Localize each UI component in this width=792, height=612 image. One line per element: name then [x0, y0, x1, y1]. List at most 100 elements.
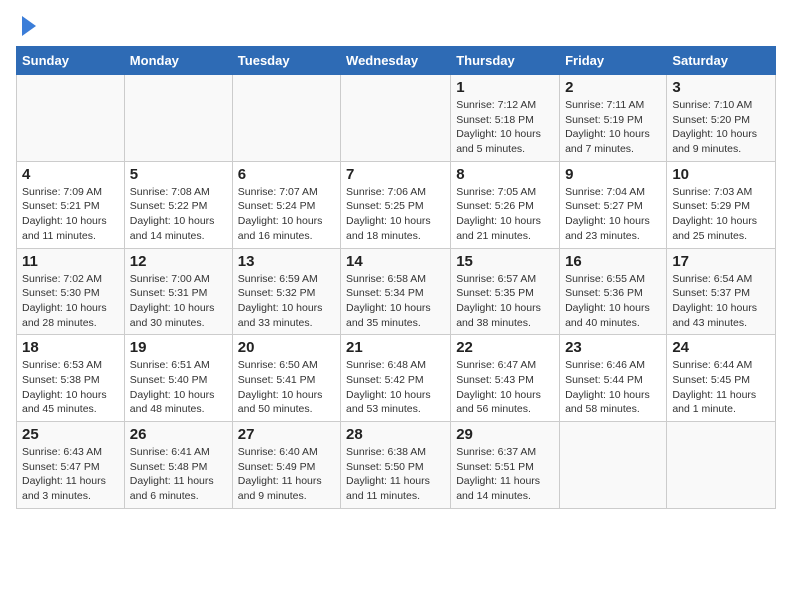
day-detail: Sunrise: 7:00 AM Sunset: 5:31 PM Dayligh…: [130, 272, 227, 331]
day-cell: 20 Sunrise: 6:50 AM Sunset: 5:41 PM Dayli…: [232, 335, 340, 422]
day-cell: [124, 75, 232, 162]
day-number: 29: [456, 426, 554, 443]
day-detail: Sunrise: 6:53 AM Sunset: 5:38 PM Dayligh…: [22, 358, 119, 417]
page-header: [16, 16, 776, 36]
day-detail: Sunrise: 6:58 AM Sunset: 5:34 PM Dayligh…: [346, 272, 445, 331]
day-detail: Sunrise: 7:02 AM Sunset: 5:30 PM Dayligh…: [22, 272, 119, 331]
day-detail: Sunrise: 6:59 AM Sunset: 5:32 PM Dayligh…: [238, 272, 335, 331]
day-cell: 9 Sunrise: 7:04 AM Sunset: 5:27 PM Daylig…: [560, 161, 667, 248]
day-detail: Sunrise: 7:12 AM Sunset: 5:18 PM Dayligh…: [456, 98, 554, 157]
day-number: 25: [22, 426, 119, 443]
day-cell: [17, 75, 125, 162]
col-header-tuesday: Tuesday: [232, 47, 340, 75]
logo-arrow-icon: [22, 16, 36, 36]
day-detail: Sunrise: 6:40 AM Sunset: 5:49 PM Dayligh…: [238, 445, 335, 504]
day-cell: 8Sunrise: 7:05 AM Sunset: 5:26 PM Daylig…: [451, 161, 560, 248]
col-header-thursday: Thursday: [451, 47, 560, 75]
day-detail: Sunrise: 6:48 AM Sunset: 5:42 PM Dayligh…: [346, 358, 445, 417]
day-cell: 25 Sunrise: 6:43 AM Sunset: 5:47 PM Dayli…: [17, 422, 125, 509]
week-row-1: 1 Sunrise: 7:12 AM Sunset: 5:18 PM Daylig…: [17, 75, 776, 162]
day-cell: 26 Sunrise: 6:41 AM Sunset: 5:48 PM Dayli…: [124, 422, 232, 509]
day-number: 14: [346, 253, 445, 270]
day-cell: 22 Sunrise: 6:47 AM Sunset: 5:43 PM Dayli…: [451, 335, 560, 422]
week-row-4: 18 Sunrise: 6:53 AM Sunset: 5:38 PM Dayli…: [17, 335, 776, 422]
col-header-saturday: Saturday: [667, 47, 776, 75]
col-header-wednesday: Wednesday: [341, 47, 451, 75]
day-number: 9: [565, 166, 661, 183]
day-cell: [667, 422, 776, 509]
day-cell: 6 Sunrise: 7:07 AM Sunset: 5:24 PM Daylig…: [232, 161, 340, 248]
day-number: 7: [346, 166, 445, 183]
day-number: 23: [565, 339, 661, 356]
day-cell: 2Sunrise: 7:11 AM Sunset: 5:19 PM Daylig…: [560, 75, 667, 162]
day-detail: Sunrise: 6:51 AM Sunset: 5:40 PM Dayligh…: [130, 358, 227, 417]
day-number: 27: [238, 426, 335, 443]
day-cell: 17 Sunrise: 6:54 AM Sunset: 5:37 PM Dayli…: [667, 248, 776, 335]
day-detail: Sunrise: 6:47 AM Sunset: 5:43 PM Dayligh…: [456, 358, 554, 417]
day-detail: Sunrise: 6:41 AM Sunset: 5:48 PM Dayligh…: [130, 445, 227, 504]
day-detail: Sunrise: 6:55 AM Sunset: 5:36 PM Dayligh…: [565, 272, 661, 331]
day-cell: 5 Sunrise: 7:08 AM Sunset: 5:22 PM Daylig…: [124, 161, 232, 248]
day-cell: 12 Sunrise: 7:00 AM Sunset: 5:31 PM Dayli…: [124, 248, 232, 335]
day-number: 1: [456, 79, 554, 96]
week-row-2: 4 Sunrise: 7:09 AM Sunset: 5:21 PM Daylig…: [17, 161, 776, 248]
day-detail: Sunrise: 6:57 AM Sunset: 5:35 PM Dayligh…: [456, 272, 554, 331]
day-detail: Sunrise: 6:54 AM Sunset: 5:37 PM Dayligh…: [672, 272, 770, 331]
day-cell: 21 Sunrise: 6:48 AM Sunset: 5:42 PM Dayli…: [341, 335, 451, 422]
day-cell: [232, 75, 340, 162]
logo: [16, 16, 36, 36]
day-number: 19: [130, 339, 227, 356]
day-detail: Sunrise: 6:50 AM Sunset: 5:41 PM Dayligh…: [238, 358, 335, 417]
day-cell: 1 Sunrise: 7:12 AM Sunset: 5:18 PM Daylig…: [451, 75, 560, 162]
day-number: 12: [130, 253, 227, 270]
day-detail: Sunrise: 7:07 AM Sunset: 5:24 PM Dayligh…: [238, 185, 335, 244]
day-number: 22: [456, 339, 554, 356]
day-number: 3: [672, 79, 770, 96]
day-cell: 15 Sunrise: 6:57 AM Sunset: 5:35 PM Dayli…: [451, 248, 560, 335]
day-number: 28: [346, 426, 445, 443]
day-cell: 28Sunrise: 6:38 AM Sunset: 5:50 PM Dayli…: [341, 422, 451, 509]
day-cell: 19 Sunrise: 6:51 AM Sunset: 5:40 PM Dayli…: [124, 335, 232, 422]
day-number: 11: [22, 253, 119, 270]
day-cell: [341, 75, 451, 162]
day-detail: Sunrise: 6:46 AM Sunset: 5:44 PM Dayligh…: [565, 358, 661, 417]
day-number: 10: [672, 166, 770, 183]
day-number: 21: [346, 339, 445, 356]
day-number: 20: [238, 339, 335, 356]
day-cell: 14 Sunrise: 6:58 AM Sunset: 5:34 PM Dayli…: [341, 248, 451, 335]
day-detail: Sunrise: 7:03 AM Sunset: 5:29 PM Dayligh…: [672, 185, 770, 244]
day-number: 5: [130, 166, 227, 183]
day-number: 16: [565, 253, 661, 270]
day-number: 13: [238, 253, 335, 270]
col-header-sunday: Sunday: [17, 47, 125, 75]
day-cell: 10 Sunrise: 7:03 AM Sunset: 5:29 PM Dayli…: [667, 161, 776, 248]
day-detail: Sunrise: 6:43 AM Sunset: 5:47 PM Dayligh…: [22, 445, 119, 504]
col-header-friday: Friday: [560, 47, 667, 75]
day-number: 26: [130, 426, 227, 443]
day-cell: 27 Sunrise: 6:40 AM Sunset: 5:49 PM Dayli…: [232, 422, 340, 509]
day-cell: 23 Sunrise: 6:46 AM Sunset: 5:44 PM Dayli…: [560, 335, 667, 422]
col-header-monday: Monday: [124, 47, 232, 75]
day-cell: 18 Sunrise: 6:53 AM Sunset: 5:38 PM Dayli…: [17, 335, 125, 422]
day-detail: Sunrise: 7:08 AM Sunset: 5:22 PM Dayligh…: [130, 185, 227, 244]
day-cell: 11 Sunrise: 7:02 AM Sunset: 5:30 PM Dayli…: [17, 248, 125, 335]
day-detail: Sunrise: 7:04 AM Sunset: 5:27 PM Dayligh…: [565, 185, 661, 244]
day-number: 18: [22, 339, 119, 356]
day-cell: 7 Sunrise: 7:06 AM Sunset: 5:25 PM Daylig…: [341, 161, 451, 248]
day-detail: Sunrise: 7:09 AM Sunset: 5:21 PM Dayligh…: [22, 185, 119, 244]
week-row-5: 25 Sunrise: 6:43 AM Sunset: 5:47 PM Dayli…: [17, 422, 776, 509]
day-detail: Sunrise: 7:06 AM Sunset: 5:25 PM Dayligh…: [346, 185, 445, 244]
day-cell: 3 Sunrise: 7:10 AM Sunset: 5:20 PM Daylig…: [667, 75, 776, 162]
calendar-table: SundayMondayTuesdayWednesdayThursdayFrid…: [16, 46, 776, 509]
day-number: 4: [22, 166, 119, 183]
day-cell: 13 Sunrise: 6:59 AM Sunset: 5:32 PM Dayli…: [232, 248, 340, 335]
week-row-3: 11 Sunrise: 7:02 AM Sunset: 5:30 PM Dayli…: [17, 248, 776, 335]
day-detail: Sunrise: 6:44 AM Sunset: 5:45 PM Dayligh…: [672, 358, 770, 417]
day-number: 6: [238, 166, 335, 183]
day-number: 15: [456, 253, 554, 270]
day-number: 17: [672, 253, 770, 270]
day-detail: Sunrise: 7:10 AM Sunset: 5:20 PM Dayligh…: [672, 98, 770, 157]
day-number: 24: [672, 339, 770, 356]
day-detail: Sunrise: 6:37 AM Sunset: 5:51 PM Dayligh…: [456, 445, 554, 504]
day-number: 8: [456, 166, 554, 183]
